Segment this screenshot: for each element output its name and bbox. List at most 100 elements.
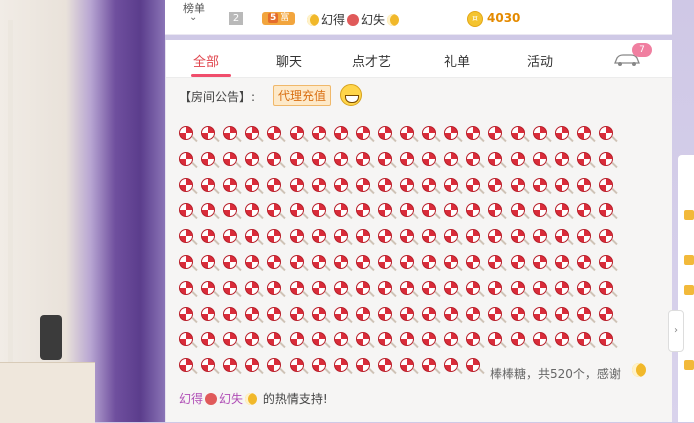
lollipop-icon (598, 126, 613, 140)
tab-chat[interactable]: 聊天 (276, 51, 302, 70)
lollipop-icon (179, 306, 193, 321)
lollipop-icon (488, 126, 503, 140)
lollipop-icon (510, 332, 525, 347)
tab-gift-list[interactable]: 礼单 (444, 51, 470, 70)
lollipop-icon (179, 203, 193, 218)
lollipop-icon (510, 151, 525, 166)
room-notice-label: 【房间公告】: (179, 90, 256, 104)
lollipop-icon (598, 151, 613, 166)
lollipop-icon (466, 203, 481, 218)
lollipop-icon (245, 229, 260, 244)
lollipop-icon (377, 126, 392, 140)
lollipop-icon (466, 280, 481, 295)
lollipop-icon (311, 229, 326, 244)
lollipop-icon (598, 203, 613, 218)
lollipop-icon (355, 255, 370, 269)
lollipop-icon (377, 203, 392, 218)
lollipop-icon (422, 358, 437, 373)
lollipop-icon (245, 126, 260, 140)
active-tab-indicator (191, 74, 231, 77)
lollipop-icon (333, 332, 348, 347)
lollipop-icon (422, 177, 437, 192)
lollipop-icon (488, 255, 503, 269)
lollipop-icon (576, 229, 591, 244)
expand-side-panel-button[interactable]: › (668, 310, 684, 352)
sender-name-2[interactable]: 幻失 (219, 392, 243, 406)
top-user-name[interactable]: 幻得 幻失 (305, 11, 401, 28)
lollipop-icon (223, 229, 238, 244)
grin-emoji-icon (340, 84, 362, 106)
lollipop-icon (179, 255, 193, 269)
lollipop-icon (267, 255, 282, 269)
video-background-shelf (0, 362, 95, 423)
lollipop-icon (466, 177, 481, 192)
lollipop-icon (532, 306, 547, 321)
lollipop-icon (466, 229, 481, 244)
lollipop-icon (554, 126, 569, 140)
lollipop-icon (311, 151, 326, 166)
lollipop-icon (488, 332, 503, 347)
lollipop-icon (466, 255, 481, 269)
lollipop-icon (179, 177, 193, 192)
lollipop-icon (576, 151, 591, 166)
lollipop-icon (422, 255, 437, 269)
lollipop-icon (532, 203, 547, 218)
crown-icon (684, 360, 694, 370)
lollipop-icon (400, 358, 414, 373)
lollipop-icon (179, 358, 193, 373)
lollipop-icon (289, 177, 304, 192)
lollipop-icon (201, 255, 216, 269)
lollipop-icon (532, 151, 547, 166)
lollipop-icon (179, 126, 193, 140)
tab-activity[interactable]: 活动 (527, 51, 553, 70)
lollipop-icon (355, 332, 370, 347)
tab-all[interactable]: 全部 (193, 51, 219, 70)
lollipop-icon (201, 203, 216, 218)
lollipop-icon (488, 229, 503, 244)
lollipop-icon (377, 306, 392, 321)
lollipop-icon (179, 332, 193, 347)
lollipop-icon (223, 177, 238, 192)
lollipop-icon (576, 177, 591, 192)
lollipop-icon (355, 151, 370, 166)
lollipop-icon (201, 280, 216, 295)
lollipop-icon (245, 358, 260, 373)
notice-agent-recharge-link[interactable]: 代理充值 (273, 85, 332, 106)
lollipop-icon (576, 203, 591, 218)
lollipop-icon (554, 306, 569, 321)
lollipop-icon (333, 203, 348, 218)
lollipop-icon (422, 332, 437, 347)
lollipop-icon (267, 229, 282, 244)
lollipop-icon (311, 332, 326, 347)
lollipop-icon (333, 229, 348, 244)
lollipop-icon (598, 280, 613, 295)
lollipop-icon (444, 151, 459, 166)
lollipop-icon (532, 280, 547, 295)
moon-icon (387, 14, 400, 26)
lollipop-icon (289, 332, 304, 347)
lollipop-icon (488, 177, 503, 192)
lollipop-gift-grid (179, 126, 649, 373)
lollipop-icon (444, 203, 459, 218)
lollipop-icon (179, 151, 193, 166)
lollipop-icon (510, 177, 525, 192)
lollipop-icon (400, 332, 414, 347)
chevron-down-icon[interactable]: ⌄ (189, 12, 197, 23)
video-feed (0, 0, 165, 422)
lollipop-icon (554, 151, 569, 166)
lollipop-icon (488, 203, 503, 218)
gift-bag-icon (347, 14, 360, 26)
sender-name[interactable]: 幻得 (179, 392, 203, 406)
lollipop-icon (355, 358, 370, 373)
lollipop-icon (532, 177, 547, 192)
lollipop-icon (510, 255, 525, 269)
lollipop-icon (554, 177, 569, 192)
lollipop-icon (333, 306, 348, 321)
lollipop-icon (598, 306, 613, 321)
coin-balance: 4030 (487, 11, 521, 25)
lollipop-icon (245, 306, 260, 321)
lollipop-icon (488, 306, 503, 321)
tab-talent[interactable]: 点才艺 (352, 51, 391, 70)
lollipop-icon (377, 358, 392, 373)
lollipop-icon (598, 229, 613, 244)
